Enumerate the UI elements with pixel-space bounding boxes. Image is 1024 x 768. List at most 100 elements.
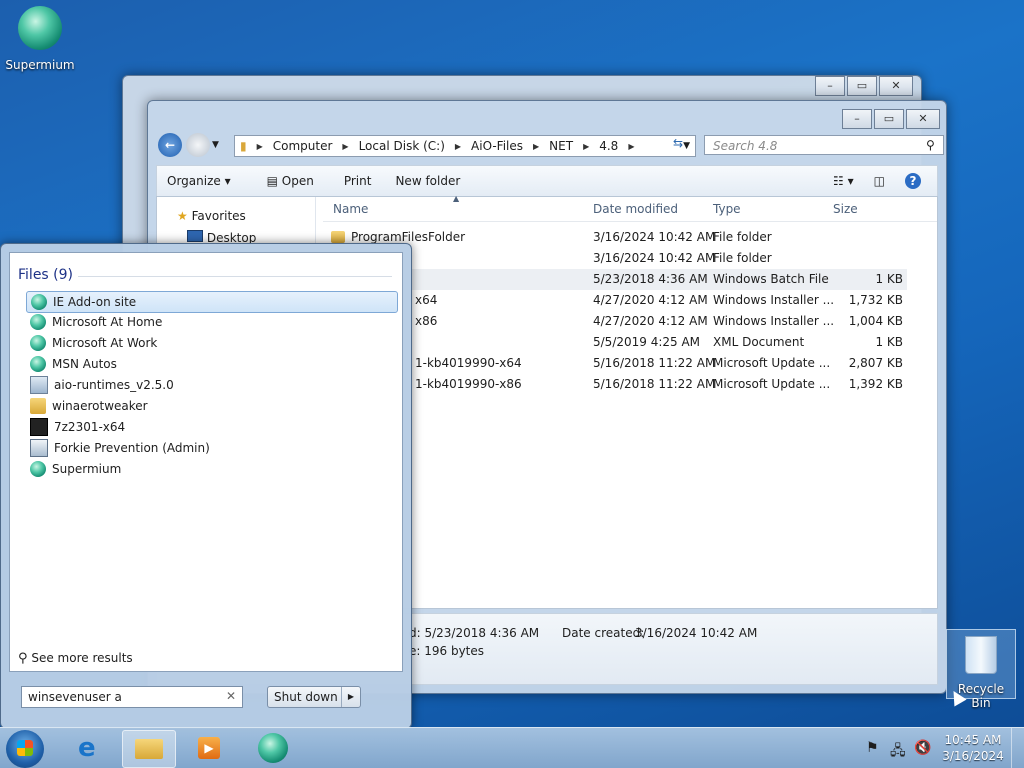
folder-icon [331, 231, 345, 243]
clock[interactable]: 10:45 AM 3/16/2024 [940, 732, 1006, 764]
column-headers: Name ▲ Date modified Type Size [323, 194, 937, 222]
shutdown-options-icon[interactable]: ▶ [341, 687, 360, 707]
row-type: Windows Installer ... [713, 293, 835, 307]
column-type[interactable]: Type [713, 202, 741, 216]
organize-button[interactable]: Organize ▾ [157, 174, 241, 188]
address-bar[interactable]: ▮ ▶ Computer ▶ Local Disk (C:) ▶ AiO-Fil… [234, 135, 696, 157]
row-type: Microsoft Update ... [713, 356, 831, 370]
folder-icon [135, 739, 163, 759]
row-date: 5/23/2018 4:36 AM [593, 272, 708, 286]
back-arrow-icon: ← [164, 138, 176, 152]
shutdown-button[interactable]: Shut down ▶ [267, 686, 361, 708]
search-input[interactable]: Search 4.8 [704, 135, 944, 155]
7zip-icon [30, 418, 48, 436]
refresh-button[interactable]: ⇆ [668, 136, 688, 154]
row-date: 5/5/2019 4:25 AM [593, 335, 701, 349]
desktop-icon-supermium[interactable]: Supermium [4, 6, 76, 72]
taskbar-explorer-button[interactable] [122, 730, 176, 768]
breadcrumb-local-disk[interactable]: Local Disk (C:) [354, 139, 450, 153]
search-result-item[interactable]: 7z2301-x64 [26, 417, 396, 437]
breadcrumb-net[interactable]: NET [544, 139, 578, 153]
internet-explorer-icon: e [78, 733, 96, 763]
row-type: Windows Batch File [713, 272, 829, 286]
row-type: XML Document [713, 335, 805, 349]
print-button[interactable]: Print [334, 174, 382, 188]
command-bar: Organize ▾ ▤ Open Print New folder ☷ ▾ ◫… [156, 165, 938, 197]
search-result-item[interactable]: Microsoft At Home [26, 312, 396, 332]
open-icon: ▤ [266, 174, 278, 188]
search-result-item[interactable]: aio-runtimes_v2.5.0 [26, 375, 396, 395]
taskbar-ie-button[interactable]: e [64, 730, 116, 766]
flag-icon[interactable]: ⚑ [866, 740, 879, 756]
chevron-right-icon: ▶ [628, 141, 635, 151]
network-icon[interactable]: 🖧 [890, 740, 906, 764]
folder-icon: ▮ [240, 139, 247, 153]
close-button[interactable]: ✕ [906, 109, 940, 129]
view-options-icon[interactable]: ☷ ▾ [823, 174, 864, 188]
search-result-item[interactable]: Microsoft At Work [26, 333, 396, 353]
minimize-button[interactable]: – [815, 76, 845, 96]
search-icon: ⚲ [926, 138, 935, 152]
breadcrumb-computer[interactable]: Computer [268, 139, 338, 153]
detail-created: 3/16/2024 10:42 AM [635, 626, 758, 640]
help-icon[interactable]: ? [895, 173, 931, 189]
new-folder-button[interactable]: New folder [385, 174, 470, 188]
row-name: 1-kb4019990-x86 [415, 377, 522, 391]
show-desktop-button[interactable] [1011, 728, 1024, 768]
forward-button[interactable] [186, 133, 210, 157]
chevron-right-icon: ▶ [583, 141, 590, 151]
minimize-button[interactable]: – [842, 109, 872, 129]
search-result-label: Supermium [52, 462, 122, 476]
supermium-icon [31, 294, 47, 310]
recycle-bin-icon [965, 636, 997, 674]
search-results-panel: Files (9) IE Add-on site Microsoft At Hom… [9, 252, 403, 672]
maximize-button[interactable]: ▭ [874, 109, 904, 129]
start-menu: Files (9) IE Add-on site Microsoft At Hom… [0, 243, 412, 729]
taskbar-supermium-button[interactable] [246, 730, 298, 766]
search-result-label: Forkie Prevention (Admin) [54, 441, 210, 455]
chevron-right-icon: ▶ [256, 141, 263, 151]
taskbar-media-player-button[interactable]: ▶ [182, 730, 234, 766]
column-name[interactable]: Name [333, 202, 368, 216]
search-result-item[interactable]: Supermium [26, 459, 396, 479]
back-button[interactable]: ← [158, 133, 182, 157]
supermium-icon [30, 461, 46, 477]
nav-favorites[interactable]: ★ Favorites [177, 209, 246, 223]
breadcrumb-aio-files[interactable]: AiO-Files [466, 139, 528, 153]
row-type: Microsoft Update ... [713, 377, 831, 391]
navigation-bar: ← ▼ ▮ ▶ Computer ▶ Local Disk (C:) ▶ AiO… [156, 131, 944, 161]
open-button[interactable]: ▤ Open [257, 174, 324, 188]
start-button[interactable] [6, 730, 44, 768]
chevron-right-icon: ▶ [342, 141, 349, 151]
search-result-label: 7z2301-x64 [54, 420, 126, 434]
supermium-icon [30, 314, 46, 330]
clock-time: 10:45 AM [944, 733, 1002, 747]
volume-muted-icon[interactable]: 🔇 [914, 740, 931, 756]
start-search-input[interactable]: winsevenuser a ✕ [21, 686, 243, 708]
search-result-item[interactable]: IE Add-on site [26, 291, 398, 313]
row-size: 1,392 KB [848, 377, 903, 391]
supermium-icon [30, 335, 46, 351]
setup-icon [30, 376, 48, 394]
close-button[interactable]: ✕ [879, 76, 913, 96]
search-result-item[interactable]: MSN Autos [26, 354, 396, 374]
row-name: x86 [415, 314, 438, 328]
row-size: 1,004 KB [848, 314, 903, 328]
search-result-item[interactable]: winaerotweaker [26, 396, 396, 416]
maximize-button[interactable]: ▭ [847, 76, 877, 96]
detail-created-label: Date created: [562, 626, 645, 640]
column-date[interactable]: Date modified [593, 202, 678, 216]
star-icon: ★ [177, 209, 188, 223]
results-heading: Files (9) [18, 267, 74, 283]
row-type: Windows Installer ... [713, 314, 835, 328]
clear-icon[interactable]: ✕ [226, 689, 236, 703]
see-more-results[interactable]: ⚲ See more results [18, 651, 133, 666]
breadcrumb-4-8[interactable]: 4.8 [594, 139, 623, 153]
recent-pages-dropdown[interactable]: ▼ [212, 140, 219, 150]
search-result-label: MSN Autos [52, 357, 117, 371]
search-result-item[interactable]: Forkie Prevention (Admin) [26, 438, 396, 458]
app-icon [30, 439, 48, 457]
row-size: 1 KB [875, 272, 903, 286]
column-size[interactable]: Size [833, 202, 858, 216]
preview-pane-icon[interactable]: ◫ [864, 174, 895, 188]
